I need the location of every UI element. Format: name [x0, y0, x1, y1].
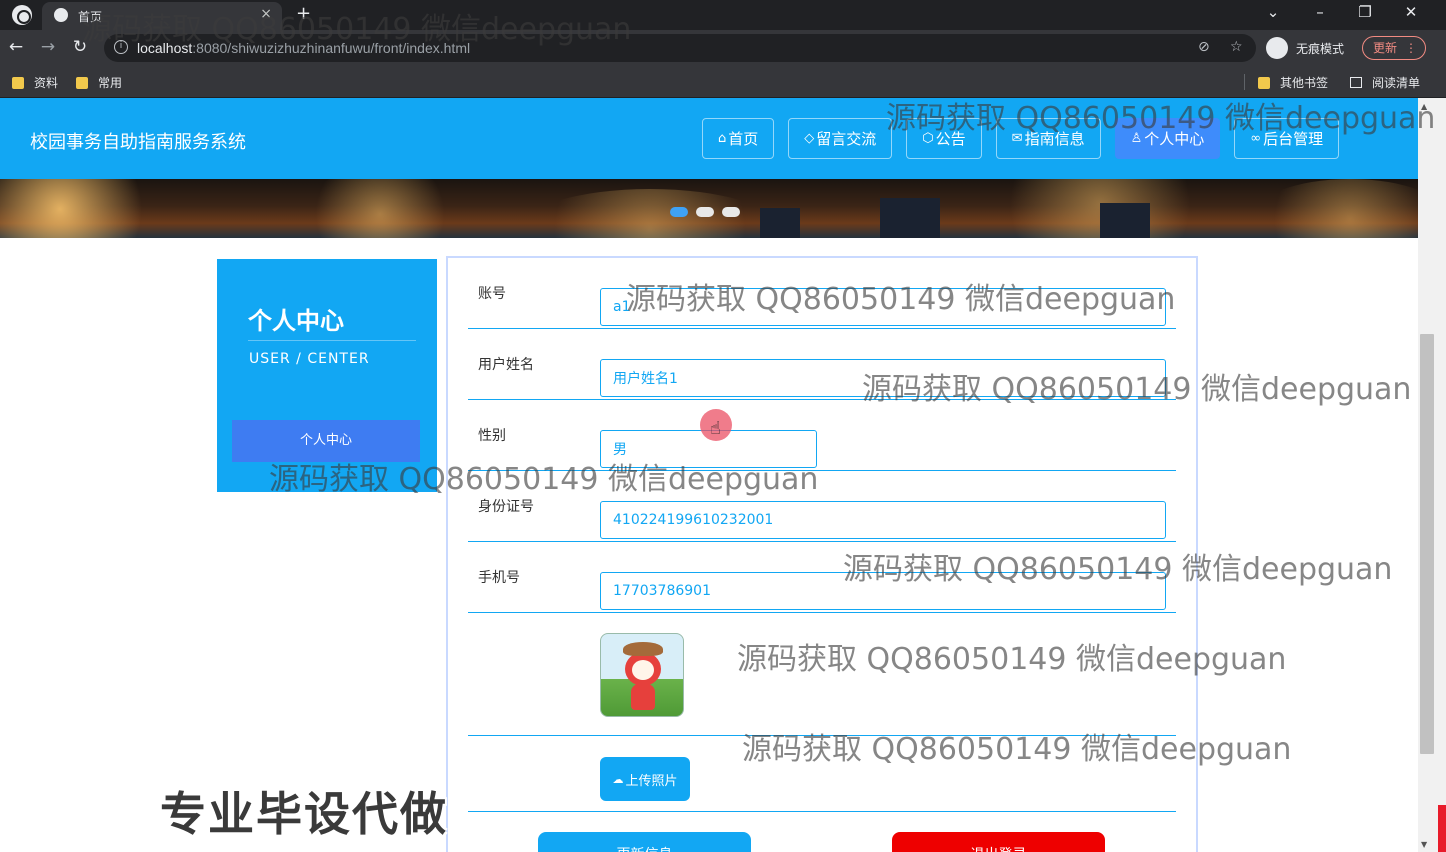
more-vert-icon: ⋮: [1405, 41, 1417, 55]
upload-photo-button[interactable]: ☁ 上传照片: [600, 757, 690, 801]
tag-icon: ◇: [804, 131, 815, 146]
carousel-dot[interactable]: [722, 207, 740, 217]
banner-light: [520, 189, 780, 238]
incognito-icon: [1266, 37, 1288, 59]
other-bookmarks[interactable]: 其他书签: [1258, 74, 1328, 91]
home-icon: ⌂: [718, 131, 727, 146]
reading-list-label: 阅读清单: [1372, 76, 1421, 90]
folder-icon: [12, 76, 24, 89]
star-icon[interactable]: ☆: [1230, 39, 1243, 55]
banner-light: [0, 179, 160, 238]
name-label: 用户姓名: [478, 357, 534, 373]
banner-light: [1250, 179, 1418, 238]
nav-messages[interactable]: ◇ 留言交流: [788, 118, 893, 159]
update-label: 更新: [1373, 41, 1398, 55]
promo-stamp: 专业毕设代做: [160, 787, 448, 841]
browser-menu-icon[interactable]: [12, 5, 32, 25]
update-button[interactable]: 更新 ⋮: [1362, 36, 1426, 60]
reading-list[interactable]: 阅读清单: [1350, 74, 1420, 91]
globe-icon: [54, 8, 68, 22]
forward-icon[interactable]: →: [36, 37, 60, 57]
scroll-down-icon[interactable]: ▼: [1421, 840, 1427, 849]
banner-building: [1100, 203, 1150, 238]
carousel-indicators: [670, 207, 740, 217]
close-window-icon[interactable]: ✕: [1396, 3, 1426, 21]
other-bookmarks-label: 其他书签: [1280, 76, 1329, 90]
account-label: 账号: [478, 286, 506, 302]
reading-list-icon: [1350, 77, 1362, 88]
logout-button[interactable]: 退出登录: [892, 832, 1105, 852]
phone-label: 手机号: [478, 570, 520, 586]
avatar-face: [632, 660, 654, 680]
bookmark-folder-ziliao[interactable]: 资料: [12, 74, 58, 91]
watermark: 源码获取 QQ86050149 微信deepguan: [862, 372, 1412, 407]
bookmark-label: 资料: [34, 76, 59, 90]
tab-search-icon[interactable]: ⌄: [1258, 3, 1288, 21]
cloud-upload-icon: ☁: [612, 772, 624, 786]
bookmark-label: 常用: [98, 76, 123, 90]
nav-label: 留言交流: [816, 130, 877, 148]
sidebar-title: 个人中心: [248, 307, 344, 335]
carousel-dot[interactable]: [670, 207, 688, 217]
carousel-dot[interactable]: [696, 207, 714, 217]
bookmark-folder-changyong[interactable]: 常用: [76, 74, 122, 91]
folder-icon: [76, 76, 88, 89]
edge-marker: [1438, 805, 1446, 852]
update-info-button[interactable]: 更新信息: [538, 832, 751, 852]
back-icon[interactable]: ←: [4, 37, 28, 57]
banner-building: [760, 208, 800, 238]
sidebar-subtitle: USER / CENTER: [249, 351, 370, 367]
avatar: [600, 633, 684, 717]
watermark: 源码获取 QQ86050149 微信deepguan: [843, 552, 1393, 587]
eye-off-icon[interactable]: ⊘: [1198, 39, 1210, 55]
site-title: 校园事务自助指南服务系统: [30, 132, 246, 153]
incognito-indicator[interactable]: 无痕模式: [1266, 34, 1344, 62]
minimize-icon[interactable]: –: [1305, 3, 1335, 21]
banner-carousel[interactable]: [0, 179, 1418, 238]
folder-icon: [1258, 76, 1270, 89]
idcard-field[interactable]: 410224199610232001: [600, 501, 1166, 539]
watermark: 源码获取 QQ86050149 微信deepguan: [82, 12, 632, 47]
nav-home[interactable]: ⌂ 首页: [702, 118, 775, 159]
watermark: 源码获取 QQ86050149 微信deepguan: [742, 732, 1292, 767]
sidebar-divider: [248, 340, 416, 341]
bookmark-divider: [1244, 74, 1245, 90]
hand-cursor-icon: ☝: [710, 418, 721, 439]
watermark: 源码获取 QQ86050149 微信deepguan: [626, 282, 1176, 317]
avatar-body: [631, 684, 655, 710]
restore-icon[interactable]: ❐: [1350, 3, 1380, 21]
banner-building: [880, 198, 940, 238]
watermark: 源码获取 QQ86050149 微信deepguan: [886, 101, 1436, 136]
upload-label: 上传照片: [625, 773, 678, 789]
avatar-hat: [623, 642, 663, 656]
incognito-label: 无痕模式: [1296, 41, 1345, 56]
watermark: 源码获取 QQ86050149 微信deepguan: [737, 642, 1287, 677]
nav-label: 首页: [728, 130, 759, 148]
watermark: 源码获取 QQ86050149 微信deepguan: [269, 462, 819, 497]
scroll-thumb[interactable]: [1420, 334, 1434, 754]
banner-light: [300, 179, 460, 238]
